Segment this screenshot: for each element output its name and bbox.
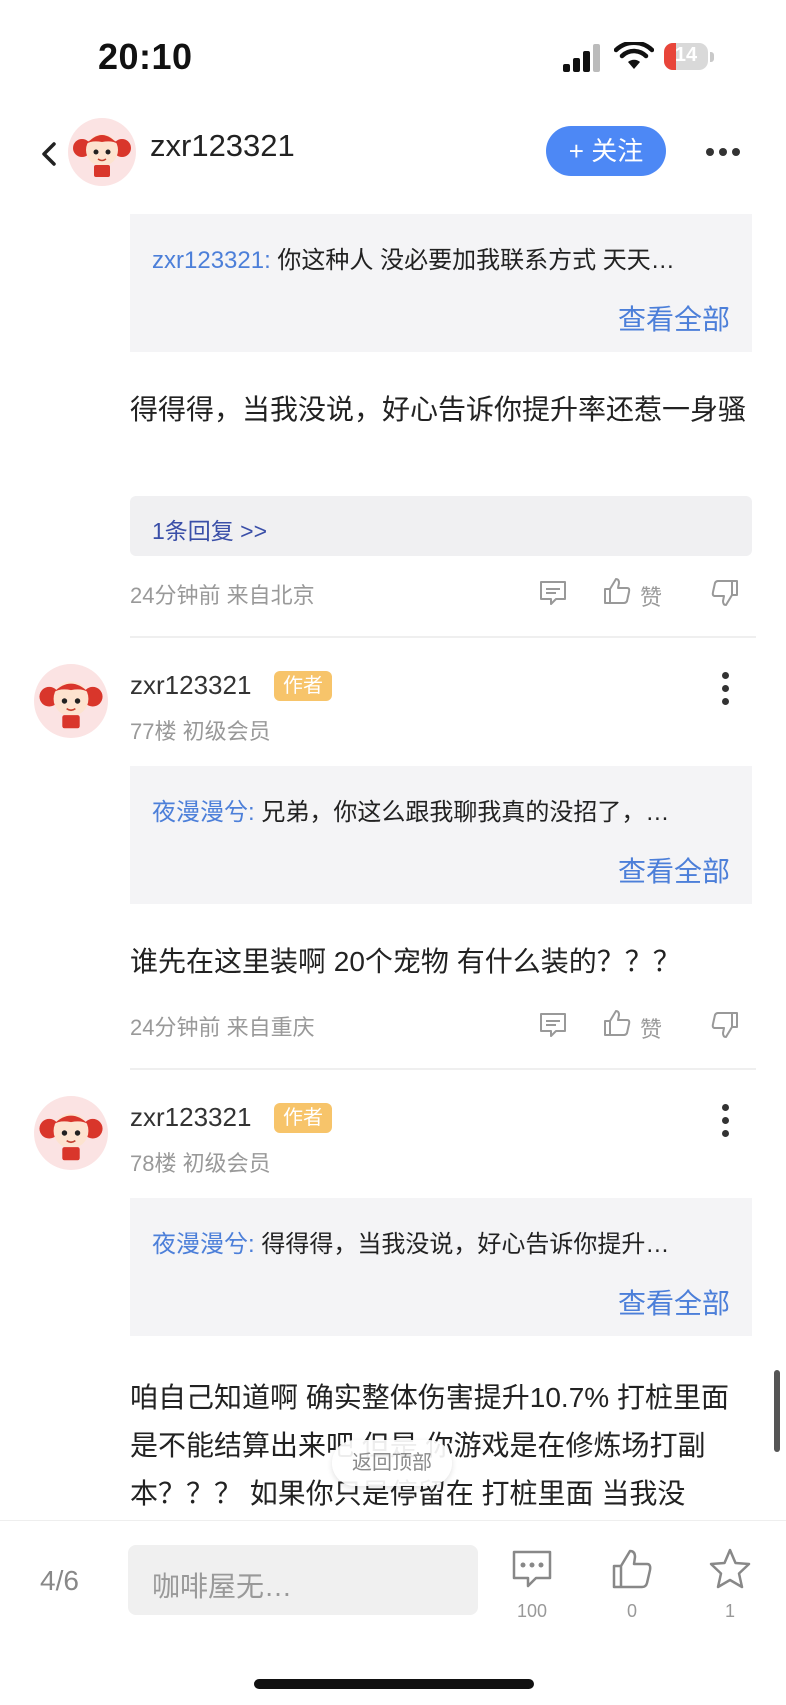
author-badge: 作者: [274, 671, 332, 701]
battery-icon: 14: [664, 43, 716, 72]
thumbs-up-icon[interactable]: [610, 1547, 654, 1591]
view-all-link[interactable]: 查看全部: [618, 850, 730, 890]
star-icon[interactable]: [708, 1547, 752, 1591]
battery-level: 14: [674, 44, 698, 66]
top-nav-bar: zxr123321 + 关注: [0, 110, 786, 200]
post-body: 得得得，当我没说，好心告诉你提升率还惹一身骚: [130, 394, 747, 425]
reply-icon[interactable]: [538, 578, 568, 608]
divider: [130, 636, 756, 638]
follow-button[interactable]: + 关注: [546, 126, 666, 176]
avatar[interactable]: [34, 664, 108, 738]
post-username[interactable]: zxr123321: [130, 670, 251, 701]
bottom-toolbar: 4/6 咖啡屋无… 100 0 1: [0, 1520, 786, 1705]
home-indicator: [254, 1679, 534, 1689]
post-username[interactable]: zxr123321: [130, 1102, 251, 1133]
view-all-link[interactable]: 查看全部: [618, 1282, 730, 1322]
floor-label: 78楼 初级会员: [130, 1151, 271, 1176]
header-username[interactable]: zxr123321: [150, 128, 295, 164]
comment-input[interactable]: 咖啡屋无…: [128, 1545, 478, 1615]
quoted-reply: 夜漫漫兮: 得得得，当我没说，好心告诉你提升…: [152, 1224, 732, 1259]
avatar[interactable]: [34, 1096, 108, 1170]
view-all-link[interactable]: 查看全部: [618, 298, 730, 338]
like-label[interactable]: 赞: [640, 1012, 662, 1044]
back-to-top-button[interactable]: 返回顶部: [332, 1440, 452, 1486]
post-meta: 24分钟前 来自重庆: [130, 1015, 315, 1040]
more-vertical-icon[interactable]: [722, 1104, 730, 1138]
post-actions: 赞: [538, 1006, 748, 1046]
quoted-reply-text: 得得得，当我没说，好心告诉你提升…: [254, 1231, 670, 1258]
like-label[interactable]: 赞: [640, 580, 662, 612]
quoted-reply-author[interactable]: 夜漫漫兮:: [152, 799, 255, 826]
floor-label: 77楼 初级会员: [130, 719, 271, 744]
quoted-reply-box[interactable]: 夜漫漫兮: 兄弟，你这么跟我聊我真的没招了，… 查看全部: [130, 766, 752, 904]
more-replies-label: 1条回复 >>: [152, 518, 268, 544]
more-vertical-icon[interactable]: [722, 672, 730, 706]
page-indicator[interactable]: 4/6: [40, 1565, 79, 1597]
thumbs-down-icon[interactable]: [710, 1010, 740, 1040]
like-count: 0: [626, 1601, 637, 1621]
wifi-icon: [614, 42, 654, 69]
quoted-reply-author[interactable]: zxr123321:: [152, 247, 271, 274]
more-replies-link[interactable]: 1条回复 >>: [130, 496, 752, 556]
author-badge: 作者: [274, 1103, 332, 1133]
star-count: 1: [724, 1601, 735, 1621]
comment-icon[interactable]: [510, 1547, 554, 1591]
post-body: 谁先在这里装啊 20个宠物 有什么装的？？？: [130, 946, 681, 977]
post-meta: 24分钟前 来自北京: [130, 583, 315, 608]
divider: [130, 1068, 756, 1070]
comment-count: 100: [516, 1601, 548, 1621]
thumbs-down-icon[interactable]: [710, 578, 740, 608]
quoted-reply-box[interactable]: zxr123321: 你这种人 没必要加我联系方式 天天… 查看全部: [130, 214, 752, 352]
status-time: 20:10: [98, 36, 193, 77]
more-horizontal-icon[interactable]: [706, 148, 740, 158]
quoted-reply-text: 兄弟，你这么跟我聊我真的没招了，…: [254, 799, 670, 826]
post-actions: 赞: [538, 574, 748, 614]
comment-input-placeholder: 咖啡屋无…: [152, 1571, 293, 1602]
quoted-reply-text: 你这种人 没必要加我联系方式 天天…: [270, 247, 675, 274]
back-icon[interactable]: [34, 138, 66, 170]
quoted-reply: zxr123321: 你这种人 没必要加我联系方式 天天…: [152, 240, 732, 275]
reply-icon[interactable]: [538, 1010, 568, 1040]
quoted-reply-box[interactable]: 夜漫漫兮: 得得得，当我没说，好心告诉你提升… 查看全部: [130, 1198, 752, 1336]
quoted-reply-author[interactable]: 夜漫漫兮:: [152, 1231, 255, 1258]
thumbs-up-icon[interactable]: [602, 576, 632, 606]
status-bar: 20:10 14: [0, 0, 786, 110]
cellular-signal-icon: [563, 44, 603, 72]
scrollbar[interactable]: [774, 1370, 780, 1452]
quoted-reply: 夜漫漫兮: 兄弟，你这么跟我聊我真的没招了，…: [152, 792, 732, 827]
thumbs-up-icon[interactable]: [602, 1008, 632, 1038]
avatar[interactable]: [68, 118, 136, 186]
